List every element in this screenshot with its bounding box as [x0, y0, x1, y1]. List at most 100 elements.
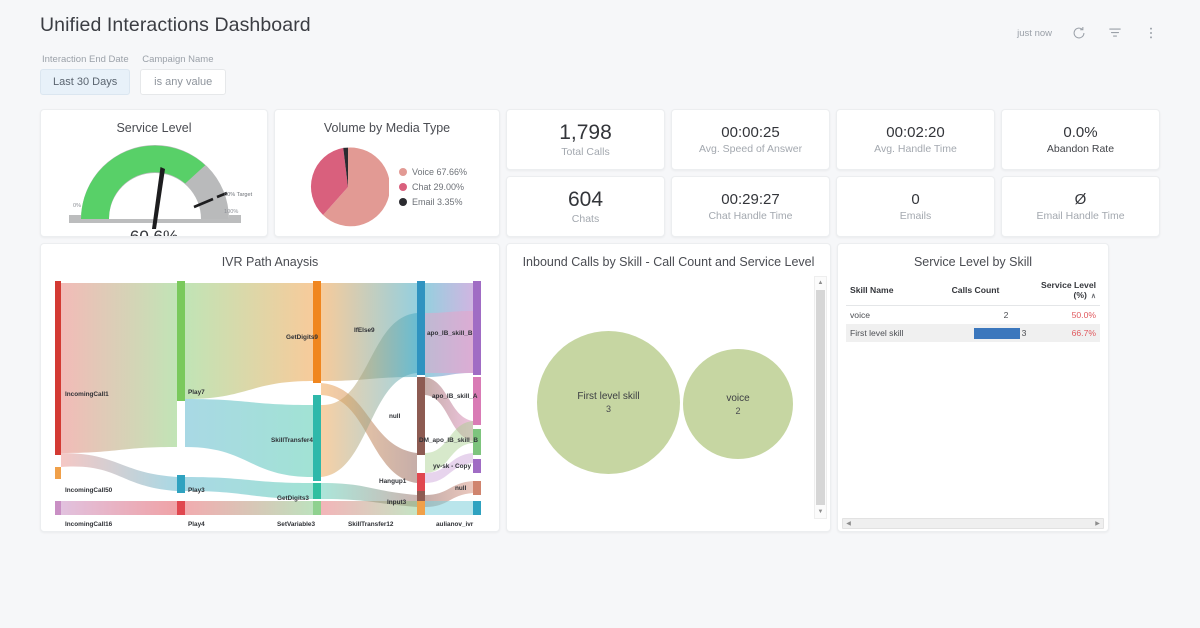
- gauge-min-label: 0%: [73, 203, 81, 209]
- bubble-label: voice: [726, 393, 749, 404]
- kpi-emails: 0 Emails: [836, 176, 995, 237]
- sankey-node-getdigits3: GetDigits3: [277, 495, 309, 502]
- legend-swatch-voice: [399, 168, 407, 176]
- ivr-path-title: IVR Path Anaysis: [41, 244, 499, 269]
- service-level-table: Skill Name Calls Count Service Level (%)…: [846, 276, 1100, 342]
- kpi-value: 00:02:20: [886, 124, 944, 141]
- scrollbar-thumb[interactable]: [816, 290, 825, 505]
- legend-item: Voice 67.66%: [399, 167, 467, 177]
- sankey-node-input3: Input3: [387, 499, 406, 506]
- filter-label: Campaign Name: [140, 54, 226, 65]
- kpi-label: Total Calls: [561, 146, 609, 158]
- service-level-card: Service Level 0%: [40, 109, 268, 237]
- sankey-node-setvariable3: SetVariable3: [277, 521, 315, 528]
- legend-label-chat: Chat 29.00%: [412, 182, 464, 192]
- kpi-value: 0: [911, 191, 919, 208]
- sankey-node-play4: Play4: [188, 521, 205, 528]
- bubble-first-level-skill[interactable]: First level skill 3: [537, 331, 680, 474]
- bubble-voice[interactable]: voice 2: [683, 349, 793, 459]
- refresh-icon[interactable]: [1070, 24, 1088, 42]
- sankey-node-skilltransfer12: SkillTransfer12: [348, 521, 393, 528]
- kpi-grid: 1,798 Total Calls 00:00:25 Avg. Speed of…: [506, 109, 1160, 237]
- kpi-label: Chats: [572, 213, 599, 225]
- calls-count-bar: [974, 328, 1020, 339]
- sankey-node-null-1: null: [389, 413, 400, 420]
- sankey-node-apo-ib-skill-b: apo_IB_skill_B: [427, 330, 472, 337]
- filter-interaction-end-date: Interaction End Date Last 30 Days: [40, 54, 130, 95]
- table-horizontal-scrollbar[interactable]: ◀ ▶: [842, 518, 1104, 529]
- bubble-value: 2: [735, 406, 740, 416]
- sort-asc-caret-icon: ∧: [1091, 293, 1096, 300]
- kpi-label: Chat Handle Time: [708, 210, 792, 222]
- col-calls-count[interactable]: Calls Count: [948, 276, 1024, 306]
- cell-service-level: 66.7%: [1024, 324, 1100, 342]
- sankey-node-aulianov-ivr: aulianov_ivr: [436, 521, 473, 528]
- filter-bar: Interaction End Date Last 30 Days Campai…: [40, 54, 1160, 95]
- legend-label-email: Email 3.35%: [412, 197, 463, 207]
- service-level-gauge: 0% 100% 80% Target: [41, 137, 267, 233]
- kpi-value: 00:29:27: [721, 191, 779, 208]
- col-service-level[interactable]: Service Level (%)∧: [1024, 276, 1100, 306]
- sankey-node-play7: Play7: [188, 389, 205, 396]
- sankey-node-hangup1: Hangup1: [379, 478, 406, 485]
- kpi-avg-speed-of-answer: 00:00:25 Avg. Speed of Answer: [671, 109, 830, 170]
- cell-calls-count: 2: [948, 306, 1024, 325]
- filter-icon[interactable]: [1106, 24, 1124, 42]
- legend-label-voice: Voice 67.66%: [412, 167, 467, 177]
- sankey-node-skilltransfer4: SkillTransfer4: [271, 437, 313, 444]
- col-skill-name[interactable]: Skill Name: [846, 276, 948, 306]
- service-level-by-skill-title: Service Level by Skill: [838, 244, 1108, 269]
- kpi-total-calls: 1,798 Total Calls: [506, 109, 665, 170]
- sankey-node-incomingcall16: IncomingCall16: [65, 521, 112, 528]
- scroll-left-icon[interactable]: ◀: [843, 519, 854, 528]
- sankey-node-yv-sk-copy: yv-sk - Copy: [433, 463, 471, 470]
- media-pie-chart: Voice 67.66% Chat 29.00% Email 3.35%: [275, 137, 499, 237]
- pie-legend: Voice 67.66% Chat 29.00% Email 3.35%: [399, 167, 467, 207]
- scroll-up-icon[interactable]: ▲: [815, 277, 826, 289]
- sankey-svg: [49, 277, 493, 523]
- legend-swatch-email: [399, 198, 407, 206]
- inbound-calls-title: Inbound Calls by Skill - Call Count and …: [507, 244, 830, 269]
- dashboard-header: Unified Interactions Dashboard just now: [40, 0, 1160, 42]
- sankey-node-apo-ib-skill-a: apo_IB_skill_A: [432, 393, 477, 400]
- filter-value-date[interactable]: Last 30 Days: [40, 69, 130, 95]
- kpi-label: Avg. Handle Time: [874, 143, 957, 155]
- table-row[interactable]: First level skill 3 66.7%: [846, 324, 1100, 342]
- cell-skill-name: First level skill: [846, 324, 948, 342]
- legend-item: Email 3.35%: [399, 197, 467, 207]
- kpi-abandon-rate: 0.0% Abandon Rate: [1001, 109, 1160, 170]
- dashboard-root: Unified Interactions Dashboard just now …: [0, 0, 1200, 628]
- kpi-chat-handle-time: 00:29:27 Chat Handle Time: [671, 176, 830, 237]
- kpi-label: Emails: [900, 210, 932, 222]
- volume-by-media-title: Volume by Media Type: [275, 110, 499, 135]
- kpi-row-2: 604 Chats 00:29:27 Chat Handle Time 0 Em…: [506, 176, 1160, 237]
- calls-count-value: 2: [1004, 310, 1009, 320]
- kpi-value: 1,798: [559, 121, 612, 145]
- top-row: Service Level 0%: [40, 109, 1160, 237]
- scroll-right-icon[interactable]: ▶: [1092, 519, 1103, 528]
- scroll-down-icon[interactable]: ▼: [815, 506, 826, 518]
- sankey-node-play3: Play3: [188, 487, 205, 494]
- gauge-target-label: 80% Target: [224, 192, 252, 198]
- table-row[interactable]: voice 2 50.0%: [846, 306, 1100, 325]
- kpi-avg-handle-time: 00:02:20 Avg. Handle Time: [836, 109, 995, 170]
- gauge-max-label: 100%: [224, 209, 238, 215]
- sankey-node-getdigits9: GetDigits9: [286, 334, 318, 341]
- calls-count-value: 3: [1022, 328, 1027, 338]
- filter-campaign-name: Campaign Name is any value: [140, 54, 226, 95]
- kpi-row-1: 1,798 Total Calls 00:00:25 Avg. Speed of…: [506, 109, 1160, 170]
- filter-value-campaign[interactable]: is any value: [140, 69, 226, 95]
- bubble-chart: First level skill 3 voice 2: [513, 276, 810, 517]
- filter-label: Interaction End Date: [40, 54, 130, 65]
- kebab-menu-icon[interactable]: [1142, 24, 1160, 42]
- sankey-node-ifelse9: IfElse9: [354, 327, 375, 334]
- kpi-label: Email Handle Time: [1036, 210, 1124, 222]
- page-title: Unified Interactions Dashboard: [40, 14, 311, 37]
- kpi-value: Ø: [1075, 191, 1087, 208]
- bubble-vertical-scrollbar[interactable]: ▲ ▼: [814, 276, 827, 519]
- header-actions: just now: [1017, 14, 1160, 42]
- sankey-node-null-2: null: [455, 485, 466, 492]
- bubble-value: 3: [606, 404, 611, 414]
- sankey-node-incomingcall1: IncomingCall1: [65, 391, 109, 398]
- last-updated-text: just now: [1017, 28, 1052, 39]
